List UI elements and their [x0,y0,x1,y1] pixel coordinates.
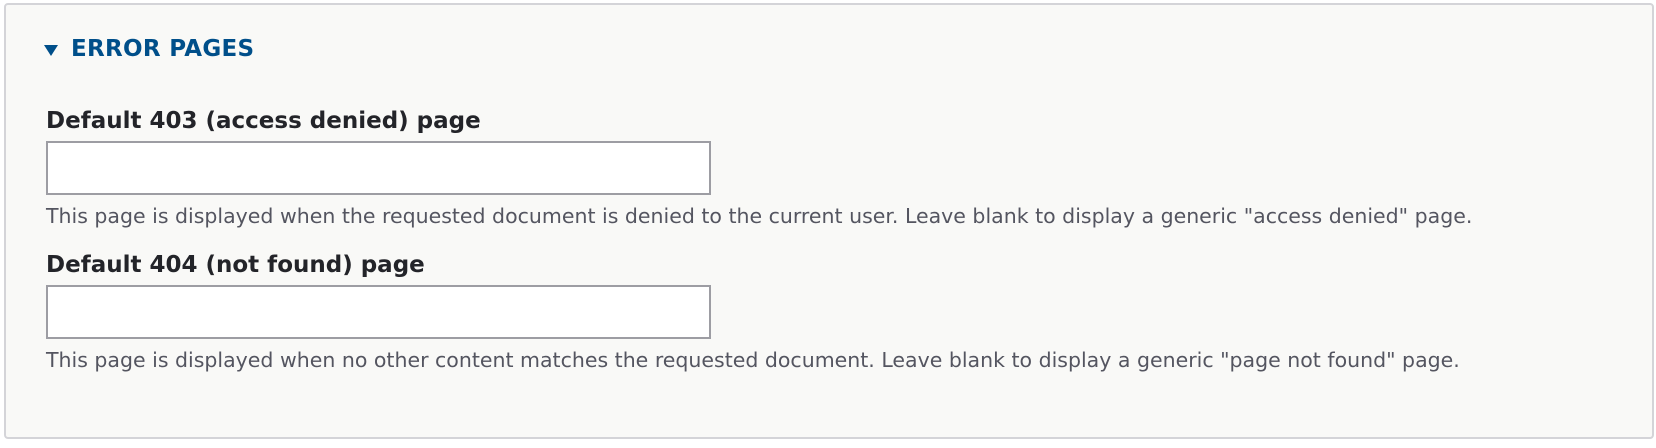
error-pages-summary-label: ERROR PAGES [71,36,255,62]
default-403-page-input[interactable] [46,141,711,195]
default-404-page-description: This page is displayed when no other con… [46,348,1460,372]
error-pages-details: ERROR PAGES Default 403 (access denied) … [4,3,1654,439]
triangle-down-icon [44,44,58,56]
error-pages-summary-toggle[interactable]: ERROR PAGES [44,35,254,63]
default-404-page-label: Default 404 (not found) page [46,252,425,278]
default-403-page-label: Default 403 (access denied) page [46,108,481,134]
default-404-page-input[interactable] [46,285,711,339]
default-403-page-description: This page is displayed when the requeste… [46,204,1473,228]
